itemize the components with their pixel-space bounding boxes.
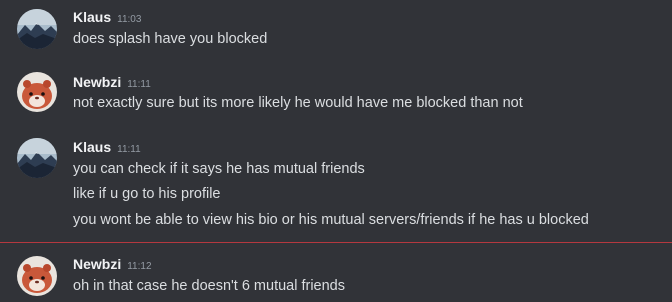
mountain-landscape-avatar-icon [17,9,57,49]
username[interactable]: Klaus [73,139,111,155]
message-text: like if u go to his profile [73,186,221,202]
avatar[interactable] [17,256,57,296]
avatar[interactable] [17,138,57,178]
avatar[interactable] [17,9,57,49]
mountain-landscape-avatar-icon [17,138,57,178]
message-text: you wont be able to view his bio or his … [73,212,589,228]
hamster-avatar-icon [17,256,57,296]
new-messages-divider [0,242,672,243]
message-header: Newbzi 11:11 [73,73,151,94]
message-text: not exactly sure but its more likely he … [73,95,523,111]
message-text: you can check if it says he has mutual f… [73,161,365,177]
message-header: Klaus 11:11 [73,138,141,159]
message-text: does splash have you blocked [73,31,268,47]
timestamp: 11:11 [117,144,141,155]
timestamp: 11:12 [127,261,152,272]
message-header: Newbzi 11:12 [73,255,152,276]
avatar[interactable] [17,72,57,112]
timestamp: 11:03 [117,14,142,25]
username[interactable]: Klaus [73,9,111,25]
username[interactable]: Newbzi [73,74,121,90]
message-header: Klaus 11:03 [73,8,141,29]
timestamp: 11:11 [127,79,151,90]
username[interactable]: Newbzi [73,256,121,272]
hamster-avatar-icon [17,72,57,112]
message-text: oh in that case he doesn't 6 mutual frie… [73,278,345,294]
